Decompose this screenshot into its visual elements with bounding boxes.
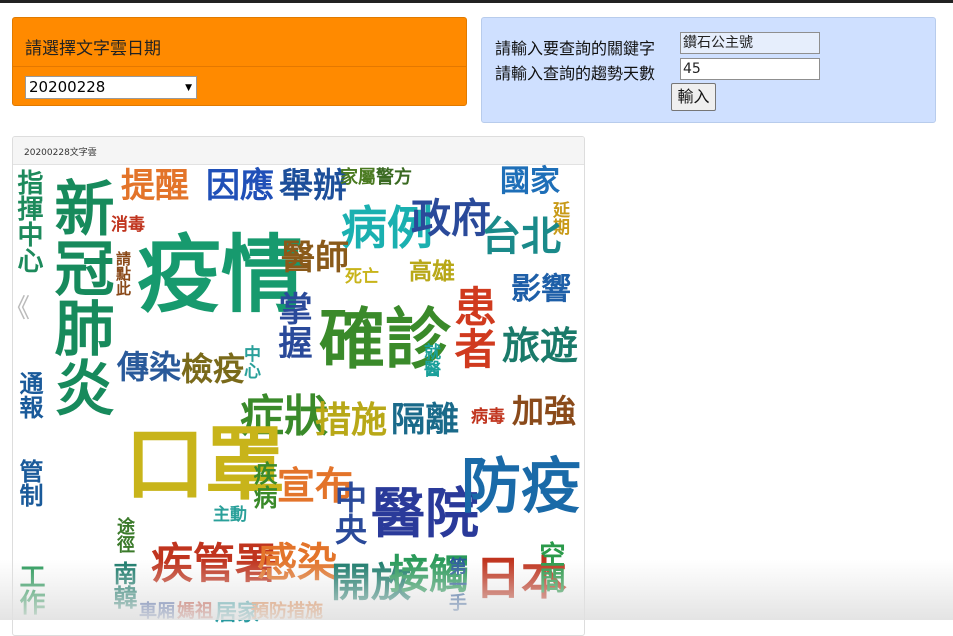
submit-button[interactable]: 輸入 xyxy=(671,83,716,111)
word-cloud-word: 防疫 xyxy=(461,452,581,522)
word-cloud-word: 消毒 xyxy=(111,215,145,235)
word-cloud-word: 新冠肺炎 xyxy=(44,177,114,417)
word-cloud-word: 檢疫 xyxy=(181,350,246,388)
word-cloud-word: 因應 xyxy=(206,166,274,206)
word-cloud-word: 死亡 xyxy=(345,267,379,287)
word-cloud-word: 政府 xyxy=(411,196,491,242)
keyword-label: 請輸入要查詢的關鍵字 xyxy=(495,39,656,58)
word-cloud-word: 警方 xyxy=(376,167,412,188)
word-cloud-word: 掌握 xyxy=(272,291,312,359)
word-cloud-word: 就醫 xyxy=(420,343,440,377)
carousel-prev-icon[interactable]: 《 xyxy=(4,296,30,322)
word-cloud-word: 中央 xyxy=(330,481,368,545)
panel-divider xyxy=(13,66,466,67)
word-cloud-word: 國家 xyxy=(500,164,560,199)
word-cloud-word: 台北 xyxy=(481,214,561,260)
date-select[interactable]: 20200228 ▼ xyxy=(25,76,197,99)
date-panel: 請選擇文字雲日期 20200228 ▼ xyxy=(12,17,467,106)
word-cloud-word: 中心 xyxy=(240,345,260,379)
bottom-fade xyxy=(0,560,953,620)
word-cloud-word: 途徑 xyxy=(114,517,135,553)
word-cloud-word: 提醒 xyxy=(121,166,189,206)
search-panel: 請輸入要查詢的關鍵字 鑽石公主號 請輸入查詢的趨勢天數 45 輸入 xyxy=(481,17,936,123)
word-cloud-word: 旅遊 xyxy=(502,324,579,368)
word-cloud-word: 疾病 xyxy=(249,461,277,509)
word-cloud-word: 主動 xyxy=(213,505,247,525)
word-cloud-word: 通報 xyxy=(15,371,43,419)
word-cloud-word: 管制 xyxy=(15,459,43,507)
date-select-value: 20200228 xyxy=(29,78,106,96)
word-cloud-word: 醫師 xyxy=(281,238,349,278)
word-cloud-word: 高雄 xyxy=(409,259,455,285)
word-cloud-word: 影響 xyxy=(511,272,571,307)
word-cloud-word: 家屬 xyxy=(340,167,376,188)
word-cloud-word: 傳染 xyxy=(117,348,182,386)
date-panel-title: 請選擇文字雲日期 xyxy=(25,39,161,59)
keyword-input[interactable]: 鑽石公主號 xyxy=(680,32,820,54)
word-cloud-word: 舉辦 xyxy=(279,166,347,206)
top-border xyxy=(0,0,953,3)
word-cloud-word: 病毒 xyxy=(471,407,505,427)
word-cloud-word: 指揮中心 xyxy=(13,169,43,273)
days-label: 請輸入查詢的趨勢天數 xyxy=(495,64,656,83)
word-cloud-word: 加強 xyxy=(512,392,577,430)
word-cloud-word: 請點此 xyxy=(114,251,132,296)
word-cloud-word: 患者 xyxy=(448,285,497,369)
word-cloud-word: 措施 xyxy=(315,400,388,441)
word-cloud-word: 隔離 xyxy=(391,400,459,440)
days-input[interactable]: 45 xyxy=(680,58,820,80)
dropdown-arrow-icon: ▼ xyxy=(185,83,192,93)
word-cloud-header: 20200228文字雲 xyxy=(13,137,584,165)
word-cloud-title: 20200228文字雲 xyxy=(24,148,97,158)
